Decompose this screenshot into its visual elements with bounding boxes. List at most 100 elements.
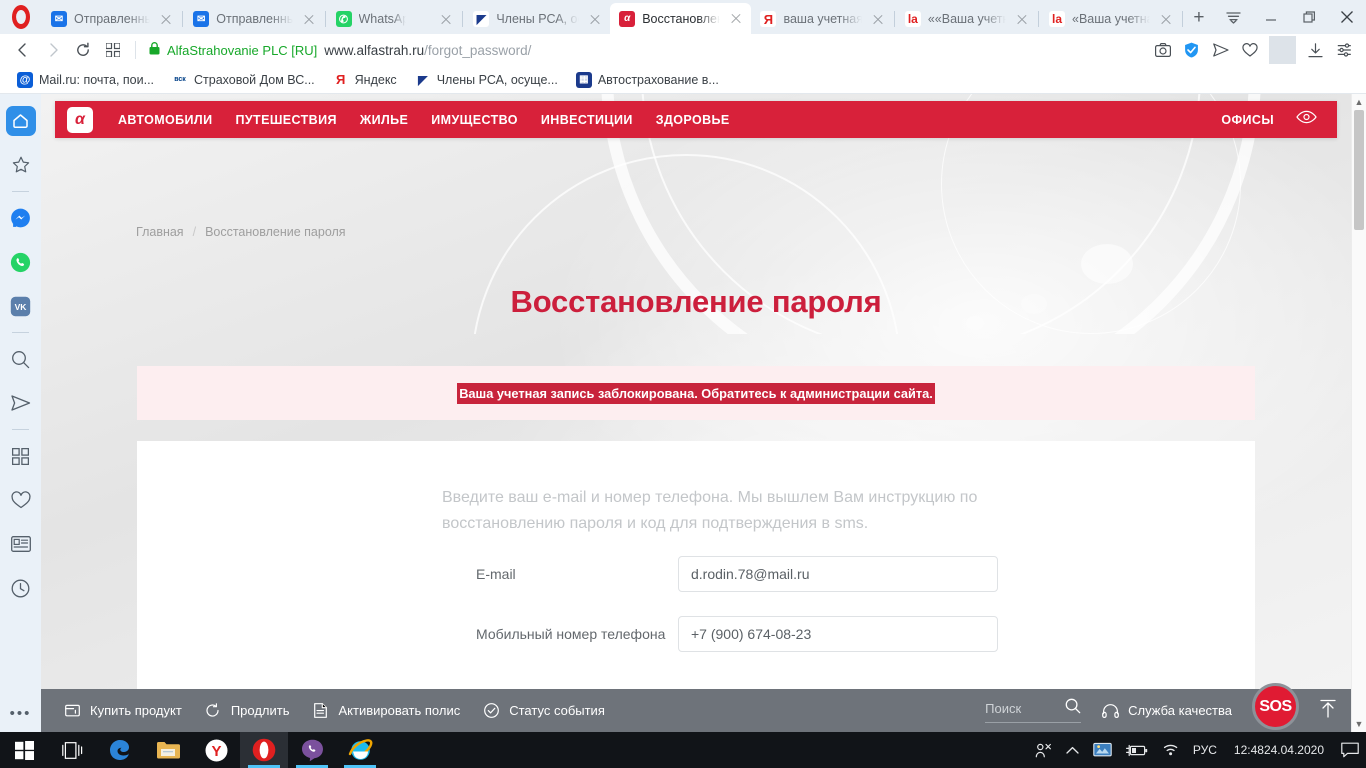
breadcrumb-item-home[interactable]: Главная: [136, 225, 184, 239]
close-icon[interactable]: [300, 10, 318, 28]
taskbar-app-viber[interactable]: [288, 732, 336, 768]
heart-icon[interactable]: [1236, 36, 1263, 64]
footer-item-event-status[interactable]: Статус события: [482, 702, 605, 720]
close-icon[interactable]: [727, 10, 745, 28]
email-label: E-mail: [476, 566, 516, 582]
close-icon[interactable]: [157, 10, 175, 28]
nav-item-investments[interactable]: ИНВЕСТИЦИИ: [541, 113, 633, 127]
language-indicator[interactable]: РУС: [1186, 732, 1224, 768]
new-tab-button[interactable]: +: [1184, 3, 1214, 33]
site-identity-label: AlfaStrahovanie PLC [RU]: [167, 42, 318, 58]
bookmark-item[interactable]: ◤ Члены РСА, осуще...: [406, 71, 567, 88]
taskbar-app-yandex-browser[interactable]: Y: [192, 732, 240, 768]
footer-item-quality-service[interactable]: Служба качества: [1101, 702, 1232, 720]
close-icon[interactable]: [437, 10, 455, 28]
ad-block-shield-icon[interactable]: [1178, 36, 1205, 64]
nav-item-health[interactable]: ЗДОРОВЬЕ: [656, 113, 730, 127]
tab-menu-icon[interactable]: [1214, 0, 1252, 34]
notification-icon[interactable]: [1334, 732, 1366, 768]
sidebar-more-button[interactable]: •••: [10, 705, 32, 722]
scroll-down-arrow[interactable]: ▼: [1352, 716, 1366, 732]
sidebar-item-speed-dial[interactable]: [6, 441, 36, 471]
footer-item-buy-product[interactable]: Купить продукт: [63, 702, 182, 720]
sidebar-item-pinboards[interactable]: [6, 150, 36, 180]
alfastrah-logo-icon[interactable]: α: [67, 106, 93, 133]
search-icon[interactable]: [1065, 698, 1081, 719]
scrollbar-thumb[interactable]: [1354, 110, 1364, 230]
people-icon[interactable]: [1028, 732, 1059, 768]
browser-tab[interactable]: ✉ Отправленные: [42, 4, 181, 34]
browser-tab[interactable]: la ««Ваша учетна: [896, 4, 1037, 34]
opera-menu-button[interactable]: [0, 0, 42, 34]
scroll-up-arrow[interactable]: ▲: [1352, 94, 1366, 110]
footer-item-renew[interactable]: Продлить: [204, 702, 290, 720]
tab-separator: [1038, 11, 1039, 27]
bookmark-item[interactable]: вск Страховой Дом ВС...: [163, 71, 324, 88]
sidebar-item-home[interactable]: [5, 106, 36, 136]
send-icon[interactable]: [1207, 36, 1234, 64]
email-input[interactable]: [678, 556, 998, 592]
sidebar-item-bookmarks[interactable]: [6, 485, 36, 515]
sidebar-item-messenger[interactable]: [6, 203, 36, 233]
to-top-icon[interactable]: [1319, 699, 1337, 723]
browser-tab[interactable]: ✆ WhatsApp: [327, 4, 462, 34]
url-field[interactable]: AlfaStrahovanie PLC [RU] www.alfastrah.r…: [143, 42, 1149, 58]
footer-item-activate-policy[interactable]: Активировать полис: [312, 702, 460, 720]
download-icon[interactable]: [1302, 36, 1329, 64]
network-monitor-icon[interactable]: [1086, 732, 1119, 768]
back-icon[interactable]: [8, 36, 38, 64]
snapshot-icon[interactable]: [1149, 36, 1176, 64]
browser-tab[interactable]: la «Ваша учетная: [1040, 4, 1181, 34]
close-icon[interactable]: [1328, 0, 1366, 34]
sidebar-divider: [12, 332, 29, 333]
page-scrollbar[interactable]: ▲ ▼: [1351, 94, 1366, 732]
sidebar-item-history[interactable]: [6, 573, 36, 603]
task-view-icon[interactable]: [48, 732, 96, 768]
eye-icon[interactable]: [1296, 110, 1317, 129]
toolbar-divider: [135, 41, 136, 59]
browser-tab-active[interactable]: α Восстановлени: [610, 3, 752, 34]
close-icon[interactable]: [869, 10, 887, 28]
battery-icon[interactable]: [1119, 732, 1155, 768]
show-hidden-icons-icon[interactable]: [1059, 732, 1086, 768]
taskbar-app-internet-explorer[interactable]: [336, 732, 384, 768]
wifi-icon[interactable]: [1155, 732, 1186, 768]
sidebar-item-telegram[interactable]: [6, 388, 36, 418]
maximize-icon[interactable]: [1290, 0, 1328, 34]
browser-tab[interactable]: Я ваша учетная з: [751, 4, 892, 34]
phone-input[interactable]: [678, 616, 998, 652]
speed-dial-icon[interactable]: [98, 36, 128, 64]
mail-icon: ✉: [193, 11, 210, 27]
easy-setup-icon[interactable]: [1331, 36, 1358, 64]
nav-item-property[interactable]: ИМУЩЕСТВО: [431, 113, 518, 127]
taskbar-app-opera[interactable]: [240, 732, 288, 768]
minimize-icon[interactable]: [1252, 0, 1290, 34]
sidebar-item-whatsapp[interactable]: [6, 247, 36, 277]
bookmark-item[interactable]: ▦ Автострахование в...: [567, 71, 728, 88]
nav-item-housing[interactable]: ЖИЛЬЕ: [360, 113, 408, 127]
nav-item-cars[interactable]: АВТОМОБИЛИ: [118, 113, 213, 127]
sidebar-item-vk[interactable]: VK: [6, 291, 36, 321]
taskbar-app-file-explorer[interactable]: [144, 732, 192, 768]
tab-title: «Ваша учетная: [1072, 12, 1150, 26]
close-icon[interactable]: [1157, 10, 1175, 28]
nav-item-offices[interactable]: ОФИСЫ: [1221, 113, 1274, 127]
tab-list: ✉ Отправленные ✉ Отправленные ✆ WhatsApp…: [42, 0, 1214, 34]
browser-tab[interactable]: ◤ Члены РСА, осу: [464, 4, 610, 34]
windows-start-icon[interactable]: [0, 732, 48, 768]
taskbar-clock[interactable]: 12:48 24.04.2020: [1224, 732, 1334, 768]
bookmark-item[interactable]: Я Яндекс: [324, 71, 406, 88]
nav-item-travel[interactable]: ПУТЕШЕСТВИЯ: [236, 113, 337, 127]
close-icon[interactable]: [586, 10, 604, 28]
bookmark-item[interactable]: @ Mail.ru: почта, пои...: [8, 71, 163, 88]
sidebar-item-search[interactable]: [6, 344, 36, 374]
reload-icon[interactable]: [68, 36, 98, 64]
footer-search[interactable]: [985, 698, 1082, 723]
search-input[interactable]: [985, 701, 1056, 716]
close-icon[interactable]: [1013, 10, 1031, 28]
sidebar-divider: [12, 429, 29, 430]
taskbar-app-edge[interactable]: [96, 732, 144, 768]
sidebar-item-news[interactable]: [6, 529, 36, 559]
sos-button[interactable]: SOS: [1252, 683, 1299, 730]
browser-tab[interactable]: ✉ Отправленные: [184, 4, 323, 34]
